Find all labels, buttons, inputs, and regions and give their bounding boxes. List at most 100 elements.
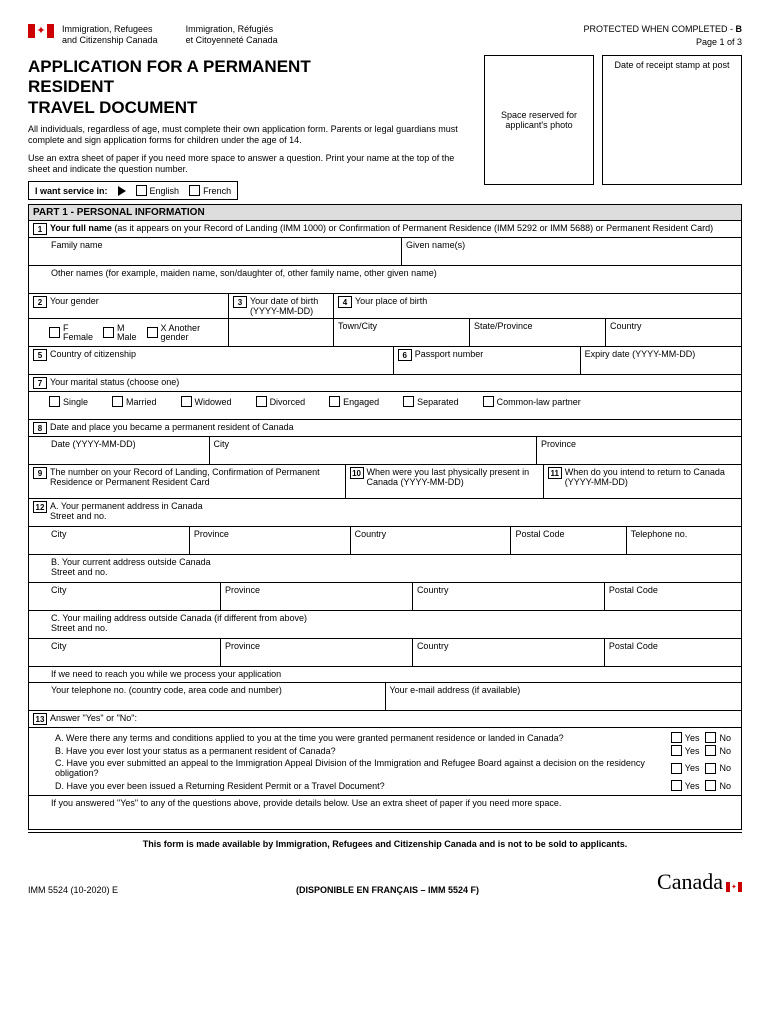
q13b-label: B. Have you ever lost your status as a p…: [55, 746, 663, 756]
addr-a-city[interactable]: City: [29, 527, 190, 555]
q13-num: 13: [33, 713, 47, 725]
addr-a-postal[interactable]: Postal Code: [511, 527, 626, 555]
q13d-yes[interactable]: Yes: [671, 780, 700, 791]
instruction-2: Use an extra sheet of paper if you need …: [28, 153, 476, 176]
q11-num: 11: [548, 467, 562, 479]
form-id: IMM 5524 (10-2020) E: [28, 885, 118, 895]
marital-separated[interactable]: Separated: [403, 396, 459, 407]
q10-num: 10: [350, 467, 364, 479]
q13b-yes[interactable]: Yes: [671, 745, 700, 756]
checkbox-english[interactable]: [136, 185, 147, 196]
addr-c-postal[interactable]: Postal Code: [605, 639, 741, 667]
pr-date-field[interactable]: Date (YYYY-MM-DD): [29, 437, 210, 465]
dept-signature: ✦ Immigration, Refugeesand Citizenship C…: [28, 24, 278, 46]
service-language-row: I want service in: English French: [28, 181, 238, 200]
q8-label: Date and place you became a permanent re…: [50, 422, 294, 432]
q13a-yes[interactable]: Yes: [671, 732, 700, 743]
q5-num: 5: [33, 349, 47, 361]
addr-a-province[interactable]: Province: [190, 527, 351, 555]
checkbox-french[interactable]: [189, 185, 200, 196]
protected-label: PROTECTED WHEN COMPLETED - B: [583, 24, 742, 34]
form-title: APPLICATION FOR A PERMANENT RESIDENT TRA…: [28, 57, 476, 118]
q6-num: 6: [398, 349, 412, 361]
addr-c-city[interactable]: City: [29, 639, 221, 667]
q13c-yes[interactable]: Yes: [671, 763, 700, 774]
pr-province-field[interactable]: Province: [537, 437, 741, 465]
footer-note: This form is made available by Immigrati…: [28, 832, 742, 855]
header: ✦ Immigration, Refugeesand Citizenship C…: [28, 24, 742, 47]
page-number: Page 1 of 3: [583, 37, 742, 47]
q13a-label: A. Were there any terms and conditions a…: [55, 733, 663, 743]
given-names-field[interactable]: Given name(s): [402, 238, 741, 266]
birth-state-field[interactable]: State/Province: [470, 319, 606, 347]
addr-b-street[interactable]: B. Your current address outside CanadaSt…: [29, 555, 741, 583]
birth-town-field[interactable]: Town/City: [334, 319, 470, 347]
instruction-1: All individuals, regardless of age, must…: [28, 124, 476, 147]
addr-b-postal[interactable]: Postal Code: [605, 583, 741, 611]
reach-label: If we need to reach you while we process…: [29, 667, 741, 683]
gender-options: FFemale MMale X Anothergender: [29, 319, 229, 347]
marital-divorced[interactable]: Divorced: [256, 396, 306, 407]
q2-label: Your gender: [50, 296, 99, 306]
q3-label: Your date of birth(YYYY-MM-DD): [250, 296, 318, 316]
q1-label: Your full name Your full name (as it app…: [50, 223, 713, 233]
q1-num: 1: [33, 223, 47, 235]
dob-field[interactable]: [229, 319, 334, 347]
canada-flag-icon: ✦: [726, 882, 742, 892]
marital-married[interactable]: Married: [112, 396, 157, 407]
marital-widowed[interactable]: Widowed: [181, 396, 232, 407]
q13d-no[interactable]: No: [705, 780, 731, 791]
part1-heading: PART 1 - PERSONAL INFORMATION: [28, 204, 742, 221]
q2-num: 2: [33, 296, 47, 308]
q9-num: 9: [33, 467, 47, 479]
addr-b-city[interactable]: City: [29, 583, 221, 611]
addr-c-street[interactable]: C. Your mailing address outside Canada (…: [29, 611, 741, 639]
marital-engaged[interactable]: Engaged: [329, 396, 379, 407]
q3-num: 3: [233, 296, 247, 308]
pr-city-field[interactable]: City: [210, 437, 538, 465]
dept-name-fr: Immigration, Réfugiéset Citoyenneté Cana…: [186, 24, 278, 46]
play-icon: [118, 186, 126, 196]
q13-details-field[interactable]: If you answered "Yes" to any of the ques…: [29, 796, 741, 830]
q13d-label: D. Have you ever been issued a Returning…: [55, 781, 663, 791]
service-english-option[interactable]: English: [136, 185, 180, 196]
q13b-no[interactable]: No: [705, 745, 731, 756]
q13a-no[interactable]: No: [705, 732, 731, 743]
french-avail: (DISPONIBLE EN FRANÇAIS – IMM 5524 F): [296, 885, 479, 895]
q7-label: Your marital status (choose one): [50, 377, 179, 387]
addr-b-country[interactable]: Country: [413, 583, 605, 611]
return-date-field[interactable]: 11When do you intend to return to Canada…: [544, 465, 741, 499]
record-number-field[interactable]: 9The number on your Record of Landing, C…: [29, 465, 346, 499]
canada-flag-icon: ✦: [28, 24, 54, 38]
dept-name-en: Immigration, Refugeesand Citizenship Can…: [62, 24, 158, 46]
service-label: I want service in:: [35, 186, 108, 196]
birth-country-field[interactable]: Country: [606, 319, 741, 347]
q8-num: 8: [33, 422, 47, 434]
q4-num: 4: [338, 296, 352, 308]
gender-f[interactable]: FFemale: [49, 324, 93, 342]
marital-single[interactable]: Single: [49, 396, 88, 407]
service-french-option[interactable]: French: [189, 185, 231, 196]
addr-a-tel[interactable]: Telephone no.: [627, 527, 741, 555]
addr-a-country[interactable]: Country: [351, 527, 512, 555]
passport-field[interactable]: 6Passport number: [394, 347, 581, 375]
addr-a-street[interactable]: 12 A. Your permanent address in CanadaSt…: [29, 499, 741, 527]
q4-label: Your place of birth: [355, 296, 427, 306]
passport-expiry-field[interactable]: Expiry date (YYYY-MM-DD): [581, 347, 741, 375]
reach-email-field[interactable]: Your e-mail address (if available): [386, 683, 742, 711]
family-name-field[interactable]: Family name: [29, 238, 402, 266]
citizenship-field[interactable]: 5Country of citizenship: [29, 347, 394, 375]
photo-box: Space reserved for applicant's photo: [484, 55, 594, 185]
other-names-field[interactable]: Other names (for example, maiden name, s…: [29, 266, 741, 294]
addr-c-province[interactable]: Province: [221, 639, 413, 667]
addr-b-province[interactable]: Province: [221, 583, 413, 611]
gender-x[interactable]: X Anothergender: [147, 324, 201, 342]
gender-m[interactable]: MMale: [103, 324, 137, 342]
q12-num: 12: [33, 501, 47, 513]
q13c-no[interactable]: No: [705, 763, 731, 774]
reach-phone-field[interactable]: Your telephone no. (country code, area c…: [29, 683, 386, 711]
marital-commonlaw[interactable]: Common-law partner: [483, 396, 581, 407]
addr-c-country[interactable]: Country: [413, 639, 605, 667]
last-present-field[interactable]: 10When were you last physically present …: [346, 465, 544, 499]
q13c-label: C. Have you ever submitted an appeal to …: [55, 758, 663, 778]
